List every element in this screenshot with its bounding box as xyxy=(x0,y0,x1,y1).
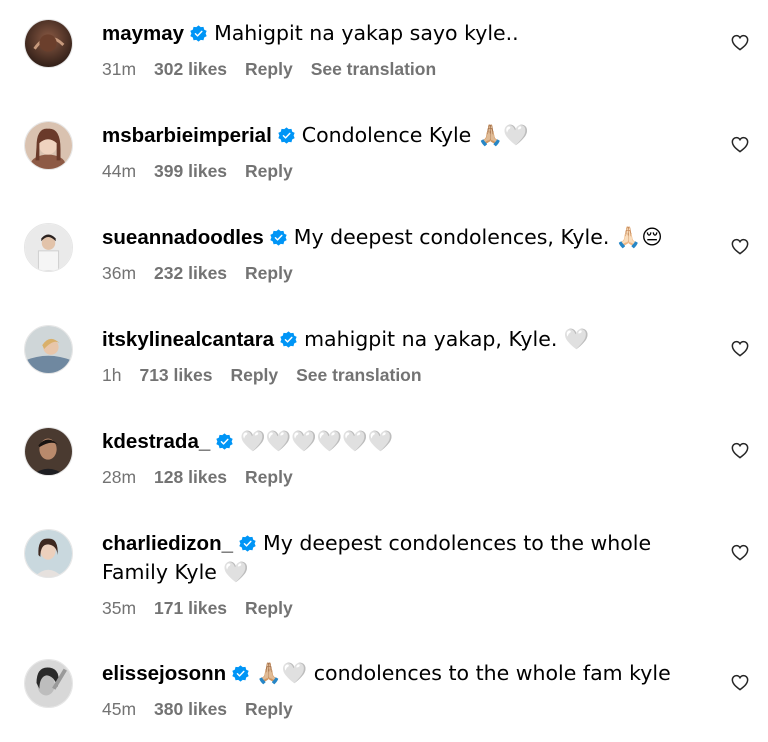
comment-meta: 1h 713 likes Reply See translation xyxy=(102,364,692,386)
reply-button[interactable]: Reply xyxy=(245,467,293,487)
likes-count[interactable]: 399 likes xyxy=(154,161,227,181)
comment-username[interactable]: charliedizon_ xyxy=(102,532,233,555)
comment-text-line: kdestrada_ 🤍🤍🤍🤍🤍🤍 xyxy=(102,427,692,456)
comment-meta: 36m 232 likes Reply xyxy=(102,262,692,284)
verified-badge-icon xyxy=(215,432,234,451)
comment-text: 🤍🤍🤍🤍🤍🤍 xyxy=(240,429,394,453)
comment-username[interactable]: maymay xyxy=(102,22,184,45)
reply-button[interactable]: Reply xyxy=(245,598,293,618)
comment-time: 35m xyxy=(102,598,137,618)
see-translation-button[interactable]: See translation xyxy=(296,365,421,385)
see-translation-button[interactable]: See translation xyxy=(311,59,436,79)
comment-time: 1h xyxy=(102,365,122,385)
comment-meta: 35m 171 likes Reply xyxy=(102,597,692,619)
heart-outline-icon[interactable] xyxy=(731,340,749,357)
verified-badge-icon xyxy=(231,664,250,683)
heart-outline-icon[interactable] xyxy=(731,674,749,691)
comment-text-line: itskylinealcantara mahigpit na yakap, Kyl… xyxy=(102,325,692,354)
comment-text: Condolence Kyle 🙏🏼🤍 xyxy=(301,123,529,147)
reply-button[interactable]: Reply xyxy=(230,365,278,385)
comment-time: 44m xyxy=(102,161,137,181)
comment-text: 🙏🏼🤍 condolences to the whole fam kyle xyxy=(256,661,671,685)
verified-badge-icon xyxy=(238,534,257,553)
reply-button[interactable]: Reply xyxy=(245,699,293,719)
heart-outline-icon[interactable] xyxy=(731,442,749,459)
likes-count[interactable]: 302 likes xyxy=(154,59,227,79)
user-avatar[interactable] xyxy=(24,659,73,708)
likes-count[interactable]: 232 likes xyxy=(154,263,227,283)
user-avatar[interactable] xyxy=(24,121,73,170)
likes-count[interactable]: 128 likes xyxy=(154,467,227,487)
comment-text: Mahigpit na yakap sayo kyle.. xyxy=(214,21,519,45)
reply-button[interactable]: Reply xyxy=(245,59,293,79)
comment-text-line: sueannadoodles My deepest condolences, Ky… xyxy=(102,223,692,252)
user-avatar[interactable] xyxy=(24,325,73,374)
comment-username[interactable]: sueannadoodles xyxy=(102,226,264,249)
comment-meta: 28m 128 likes Reply xyxy=(102,466,692,488)
verified-badge-icon xyxy=(279,330,298,349)
user-avatar[interactable] xyxy=(24,529,73,578)
user-avatar[interactable] xyxy=(24,223,73,272)
reply-button[interactable]: Reply xyxy=(245,161,293,181)
comment-text-line: msbarbieimperial Condolence Kyle 🙏🏼🤍 xyxy=(102,121,692,150)
comment-time: 31m xyxy=(102,59,137,79)
comment-text: mahigpit na yakap, Kyle. 🤍 xyxy=(304,327,590,351)
verified-badge-icon xyxy=(277,126,296,145)
comment-time: 36m xyxy=(102,263,137,283)
comment-username[interactable]: msbarbieimperial xyxy=(102,124,272,147)
comment-text-line: elissejosonn 🙏🏼🤍 condolences to the whole… xyxy=(102,659,692,688)
comment-meta: 31m 302 likes Reply See translation xyxy=(102,58,692,80)
verified-badge-icon xyxy=(269,228,288,247)
likes-count[interactable]: 713 likes xyxy=(139,365,212,385)
comment-time: 45m xyxy=(102,699,137,719)
heart-outline-icon[interactable] xyxy=(731,544,749,561)
comment-meta: 45m 380 likes Reply xyxy=(102,698,692,720)
verified-badge-icon xyxy=(189,24,208,43)
user-avatar[interactable] xyxy=(24,19,73,68)
comment-time: 28m xyxy=(102,467,137,487)
comment-text: My deepest condolences, Kyle. 🙏🏻😔 xyxy=(293,225,663,249)
user-avatar[interactable] xyxy=(24,427,73,476)
likes-count[interactable]: 171 likes xyxy=(154,598,227,618)
heart-outline-icon[interactable] xyxy=(731,136,749,153)
comment-text-line: charliedizon_ My deepest condolences to t… xyxy=(102,529,692,587)
comment-username[interactable]: kdestrada_ xyxy=(102,430,210,453)
comment-username[interactable]: elissejosonn xyxy=(102,662,226,685)
comment-username[interactable]: itskylinealcantara xyxy=(102,328,274,351)
comments-list: maymay Mahigpit na yakap sayo kyle.. 31m 3… xyxy=(0,0,768,742)
comment-meta: 44m 399 likes Reply xyxy=(102,160,692,182)
comment-text-line: maymay Mahigpit na yakap sayo kyle.. xyxy=(102,19,692,48)
heart-outline-icon[interactable] xyxy=(731,34,749,51)
reply-button[interactable]: Reply xyxy=(245,263,293,283)
heart-outline-icon[interactable] xyxy=(731,238,749,255)
likes-count[interactable]: 380 likes xyxy=(154,699,227,719)
